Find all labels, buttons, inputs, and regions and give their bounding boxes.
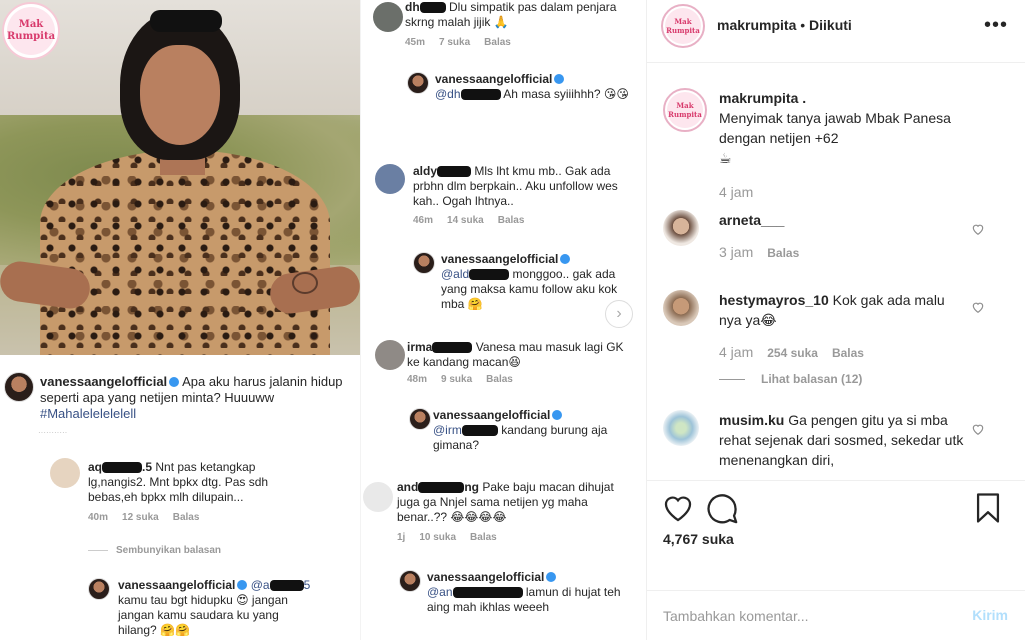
reply-text: vanessaangelofficial @a 5 kamu tau bgt hi… bbox=[118, 578, 311, 637]
avatar bbox=[399, 570, 421, 592]
verified-icon bbox=[169, 376, 180, 387]
avatar[interactable]: Mak Rumpita bbox=[663, 88, 707, 132]
avatar[interactable] bbox=[663, 410, 699, 446]
caption-username[interactable]: makrumpita . bbox=[719, 90, 806, 106]
post-sidebar: Mak Rumpita makrumpita • Diikuti ••• Mak R… bbox=[646, 0, 1025, 640]
comment-username[interactable]: arneta___ bbox=[719, 212, 784, 228]
post-header: Mak Rumpita makrumpita • Diikuti ••• bbox=[647, 0, 1025, 63]
coffee-emoji-icon: ☕ bbox=[719, 150, 732, 166]
collage-caption: vanessaangelofficial Apa aku harus jalan… bbox=[40, 374, 360, 422]
like-comment-icon[interactable] bbox=[971, 222, 985, 236]
header-username[interactable]: makrumpita • Diikuti bbox=[717, 17, 852, 33]
account-avatar[interactable]: Mak Rumpita bbox=[661, 4, 705, 48]
avatar bbox=[407, 72, 429, 94]
comment-form: Kirim bbox=[647, 590, 1025, 640]
collage-column-left: Mak Rumpita vanessaangelofficial Apa aku … bbox=[0, 0, 360, 640]
avatar bbox=[409, 408, 431, 430]
comment-icon[interactable] bbox=[705, 491, 739, 525]
hide-replies-link[interactable]: Sembunyikan balasan bbox=[88, 545, 221, 556]
more-options-icon[interactable]: ••• bbox=[984, 14, 1008, 37]
reply-button[interactable]: Balas bbox=[832, 346, 864, 360]
comment-input[interactable] bbox=[663, 603, 953, 629]
post-photo bbox=[0, 0, 360, 355]
post-comment-button[interactable]: Kirim bbox=[972, 607, 1008, 623]
comment-meta: 40m 12 suka Balas bbox=[88, 512, 200, 523]
comment-username[interactable]: hestymayros_10 bbox=[719, 292, 829, 308]
avatar bbox=[50, 458, 80, 488]
avatar bbox=[88, 578, 110, 600]
comment-username[interactable]: musim.ku bbox=[719, 412, 784, 428]
like-icon[interactable] bbox=[661, 491, 695, 525]
post-actions: 4,767 suka bbox=[647, 480, 1025, 590]
avatar[interactable] bbox=[663, 210, 699, 246]
following-button[interactable]: Diikuti bbox=[809, 17, 852, 33]
caption-hashtag: #Mahalelelelelell bbox=[40, 406, 137, 421]
avatar bbox=[413, 252, 435, 274]
comment-text: aq .5 Nnt pas ketangkap lg,nangis2. Mnt b… bbox=[88, 460, 269, 504]
post-image[interactable]: Mak Rumpita vanessaangelofficial Apa aku … bbox=[0, 0, 646, 640]
comment-likes[interactable]: 254 suka bbox=[767, 346, 818, 360]
caption-text: Menyimak tanya jawab Mbak Panesa dengan … bbox=[719, 110, 951, 146]
cropped-text: ··········· bbox=[38, 428, 68, 437]
reply-button[interactable]: Balas bbox=[767, 246, 799, 260]
avatar[interactable] bbox=[663, 290, 699, 326]
bookmark-icon[interactable] bbox=[971, 491, 1005, 525]
avatar bbox=[4, 372, 34, 402]
collage-column-right: dh Dlu simpatik pas dalam penjara skrng … bbox=[360, 0, 646, 640]
like-count[interactable]: 4,767 suka bbox=[663, 531, 734, 547]
carousel-next-icon[interactable]: › bbox=[605, 300, 633, 328]
comments-list[interactable]: Mak Rumpita makrumpita . Menyimak tanya j… bbox=[647, 64, 1025, 480]
avatar bbox=[373, 2, 403, 32]
avatar bbox=[363, 482, 393, 512]
caption-username: vanessaangelofficial bbox=[40, 374, 168, 389]
avatar bbox=[375, 340, 405, 370]
caption-time: 4 jam bbox=[719, 184, 754, 200]
view-replies-button[interactable]: Lihat balasan (12) bbox=[719, 372, 862, 386]
avatar bbox=[375, 164, 405, 194]
like-comment-icon[interactable] bbox=[971, 422, 985, 436]
like-comment-icon[interactable] bbox=[971, 300, 985, 314]
watermark-logo: Mak Rumpita bbox=[2, 2, 60, 60]
